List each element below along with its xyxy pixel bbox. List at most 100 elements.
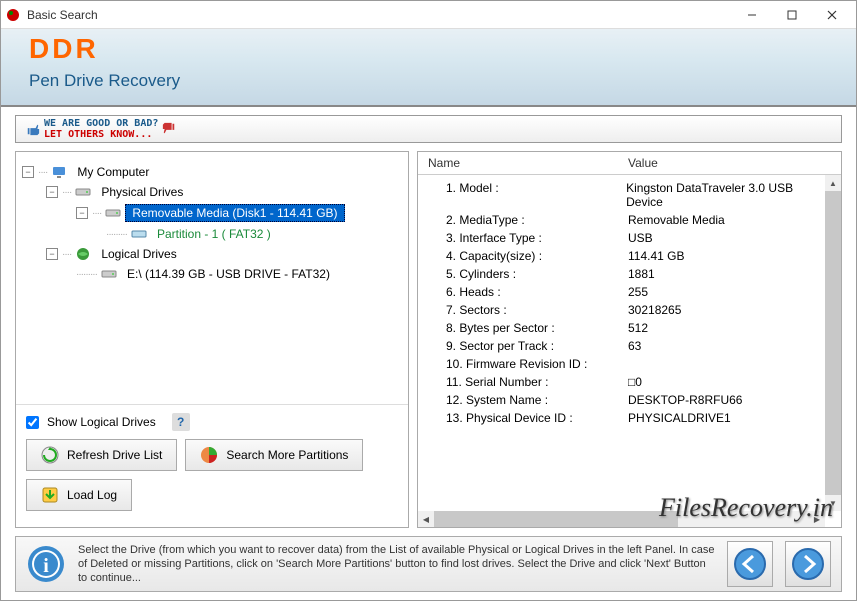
property-row[interactable]: 11. Serial Number :□0 [418, 373, 841, 391]
hint-text: Select the Drive (from which you want to… [78, 543, 715, 586]
scroll-thumb[interactable] [434, 511, 678, 527]
show-logical-checkbox[interactable] [26, 416, 39, 429]
col-value-header: Value [628, 156, 658, 170]
property-name: 4. Capacity(size) : [428, 249, 628, 263]
refresh-button[interactable]: Refresh Drive List [26, 439, 177, 471]
next-button[interactable] [785, 541, 831, 587]
property-value: 114.41 GB [628, 249, 684, 263]
app-icon [5, 7, 21, 23]
property-row[interactable]: 3. Interface Type :USB [418, 229, 841, 247]
search-more-label: Search More Partitions [226, 448, 348, 462]
property-name: 3. Interface Type : [428, 231, 628, 245]
tree-logical-label: Logical Drives [95, 246, 182, 262]
thumbs-up-icon [26, 122, 40, 136]
feedback-button[interactable]: WE ARE GOOD OR BAD?LET OTHERS KNOW... [15, 115, 842, 143]
scroll-thumb[interactable] [825, 191, 841, 495]
tree-partition-label: Partition - 1 ( FAT32 ) [151, 226, 277, 242]
property-value: □0 [628, 375, 642, 389]
collapse-icon[interactable]: − [22, 166, 34, 178]
property-row[interactable]: 13. Physical Device ID :PHYSICALDRIVE1 [418, 409, 841, 427]
computer-icon [51, 164, 67, 180]
property-name: 8. Bytes per Sector : [428, 321, 628, 335]
tree-logical-drive-e[interactable]: ········· E:\ (114.39 GB - USB DRIVE - F… [76, 264, 402, 284]
tree-physical-label: Physical Drives [95, 184, 189, 200]
tree-logical-drives[interactable]: − ···· Logical Drives [46, 244, 402, 264]
property-row[interactable]: 5. Cylinders :1881 [418, 265, 841, 283]
tree-physical-drives[interactable]: − ···· Physical Drives [46, 182, 402, 202]
property-row[interactable]: 9. Sector per Track :63 [418, 337, 841, 355]
help-icon[interactable]: ? [172, 413, 190, 431]
footer-bar: i Select the Drive (from which you want … [15, 536, 842, 592]
property-value: 30218265 [628, 303, 681, 317]
property-value: PHYSICALDRIVE1 [628, 411, 731, 425]
property-row[interactable]: 1. Model :Kingston DataTraveler 3.0 USB … [418, 179, 841, 211]
app-window: Basic Search DDR Pen Drive Recovery WE A… [0, 0, 857, 601]
drive-icon [105, 205, 121, 221]
property-value: 512 [628, 321, 648, 335]
scroll-up-icon[interactable]: ▲ [825, 175, 841, 191]
property-row[interactable]: 7. Sectors :30218265 [418, 301, 841, 319]
horizontal-scrollbar[interactable]: ◀ ▶ [418, 511, 825, 527]
drive-icon [75, 184, 91, 200]
thumbs-down-icon [162, 122, 176, 136]
scroll-down-icon[interactable]: ▼ [825, 495, 841, 511]
maximize-button[interactable] [772, 2, 812, 28]
minimize-button[interactable] [732, 2, 772, 28]
tree-logical-drive-label: E:\ (114.39 GB - USB DRIVE - FAT32) [121, 266, 336, 282]
logo-text: DDR [29, 35, 828, 63]
drive-icon [131, 226, 147, 242]
back-button[interactable] [727, 541, 773, 587]
window-title: Basic Search [27, 8, 732, 22]
tree-removable-media[interactable]: − ···· Removable Media (Disk1 - 114.41 G… [76, 202, 402, 224]
load-log-label: Load Log [67, 488, 117, 502]
collapse-icon[interactable]: − [46, 248, 58, 260]
refresh-label: Refresh Drive List [67, 448, 162, 462]
property-value: Removable Media [628, 213, 725, 227]
tree-removable-label: Removable Media (Disk1 - 114.41 GB) [125, 204, 344, 222]
scroll-right-icon[interactable]: ▶ [809, 511, 825, 527]
properties-panel: Name Value 1. Model :Kingston DataTravel… [417, 151, 842, 528]
property-row[interactable]: 6. Heads :255 [418, 283, 841, 301]
close-button[interactable] [812, 2, 852, 28]
property-row[interactable]: 10. Firmware Revision ID : [418, 355, 841, 373]
globe-icon [75, 246, 91, 262]
tree-root[interactable]: − ···· My Computer [22, 162, 402, 182]
search-more-button[interactable]: Search More Partitions [185, 439, 363, 471]
properties-header: Name Value [418, 152, 841, 175]
drive-tree: − ···· My Computer − ···· Physical Drive… [16, 152, 408, 404]
property-row[interactable]: 4. Capacity(size) :114.41 GB [418, 247, 841, 265]
property-value: 63 [628, 339, 641, 353]
titlebar: Basic Search [1, 1, 856, 29]
pie-icon [200, 446, 218, 464]
property-name: 6. Heads : [428, 285, 628, 299]
property-name: 7. Sectors : [428, 303, 628, 317]
info-icon: i [26, 544, 66, 584]
property-value: USB [628, 231, 653, 245]
property-name: 2. MediaType : [428, 213, 628, 227]
vertical-scrollbar[interactable]: ▲ ▼ [825, 175, 841, 511]
property-name: 12. System Name : [428, 393, 628, 407]
tree-partition[interactable]: ········· Partition - 1 ( FAT32 ) [106, 224, 402, 244]
collapse-icon[interactable]: − [76, 207, 88, 219]
property-name: 10. Firmware Revision ID : [428, 357, 628, 371]
app-subtitle: Pen Drive Recovery [29, 71, 828, 91]
property-value: DESKTOP-R8RFU66 [628, 393, 742, 407]
svg-text:i: i [43, 555, 49, 577]
property-name: 9. Sector per Track : [428, 339, 628, 353]
property-row[interactable]: 8. Bytes per Sector :512 [418, 319, 841, 337]
header-banner: DDR Pen Drive Recovery [1, 29, 856, 107]
col-name-header: Name [428, 156, 628, 170]
left-panel-controls: Show Logical Drives ? Refresh Drive List… [16, 404, 408, 527]
property-name: 5. Cylinders : [428, 267, 628, 281]
property-row[interactable]: 2. MediaType :Removable Media [418, 211, 841, 229]
scroll-left-icon[interactable]: ◀ [418, 511, 434, 527]
property-name: 1. Model : [428, 181, 626, 209]
load-log-button[interactable]: Load Log [26, 479, 132, 511]
refresh-icon [41, 446, 59, 464]
collapse-icon[interactable]: − [46, 186, 58, 198]
property-row[interactable]: 12. System Name :DESKTOP-R8RFU66 [418, 391, 841, 409]
property-value: Kingston DataTraveler 3.0 USB Device [626, 181, 831, 209]
drive-icon [101, 266, 117, 282]
show-logical-label: Show Logical Drives [47, 415, 156, 429]
main-area: − ···· My Computer − ···· Physical Drive… [1, 147, 856, 536]
